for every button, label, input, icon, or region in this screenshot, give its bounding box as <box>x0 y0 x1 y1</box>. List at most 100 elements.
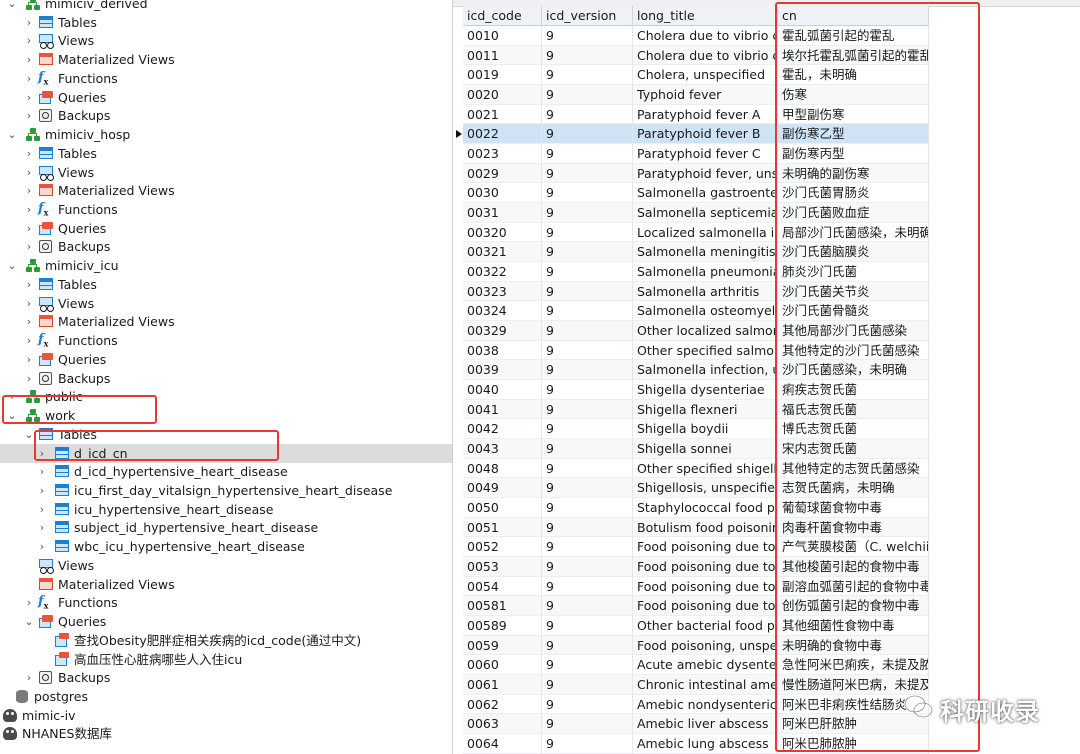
cell-icd-version[interactable]: 9 <box>542 517 633 538</box>
cell-cn[interactable]: 宋内志贺氏菌 <box>778 439 929 459</box>
cell-icd-code[interactable]: 0038 <box>463 340 542 361</box>
cell-icd-code[interactable]: 0053 <box>463 557 542 577</box>
cell-long-title[interactable]: Food poisoning due to Clostridium perfri… <box>633 537 778 558</box>
table-row[interactable]: 0042 9 Shigella boydii 博氏志贺氏菌 <box>453 419 929 440</box>
cell-cn[interactable]: 沙门氏菌胃肠炎 <box>778 183 929 204</box>
cell-long-title[interactable]: Salmonella pneumonia <box>633 262 778 282</box>
chevron-right-icon[interactable]: › <box>24 369 34 388</box>
chevron-right-icon[interactable]: › <box>24 312 34 331</box>
cell-icd-version[interactable]: 9 <box>542 45 633 66</box>
tree-item-queries[interactable]: › Queries <box>0 88 452 107</box>
tree-item-tables[interactable]: › Tables <box>0 144 452 163</box>
cell-icd-code[interactable]: 0041 <box>463 399 542 420</box>
cell-long-title[interactable]: Cholera, unspecified <box>633 65 778 85</box>
table-row[interactable]: 0064 9 Amebic lung abscess 阿米巴肺脓肿 <box>453 734 929 754</box>
tree-item-views[interactable]: › Views <box>0 294 452 313</box>
table-row[interactable]: 0022 9 Paratyphoid fever B 副伤寒乙型 <box>453 124 929 144</box>
chevron-right-icon[interactable]: › <box>24 350 34 369</box>
tree-item-tables[interactable]: › Tables <box>0 275 452 294</box>
cell-icd-version[interactable]: 9 <box>542 380 633 400</box>
cell-long-title[interactable]: Other bacterial food poisoning <box>633 616 778 636</box>
tree-item-postgres[interactable]: postgres <box>0 687 452 706</box>
cell-icd-code[interactable]: 00581 <box>463 596 542 617</box>
tree-item-d-icd-hypertensive-heart-disease[interactable]: › d_icd_hypertensive_heart_disease <box>0 462 452 481</box>
cell-icd-version[interactable]: 9 <box>542 734 633 754</box>
cell-icd-code[interactable]: 0021 <box>463 104 542 125</box>
cell-long-title[interactable]: Botulism food poisoning <box>633 517 778 538</box>
cell-cn[interactable]: 副伤寒丙型 <box>778 144 929 164</box>
chevron-right-icon[interactable]: › <box>24 275 34 294</box>
cell-icd-code[interactable]: 0039 <box>463 360 542 381</box>
chevron-right-icon[interactable]: › <box>24 13 34 32</box>
cell-icd-version[interactable]: 9 <box>542 655 633 676</box>
cell-icd-version[interactable]: 9 <box>542 203 633 223</box>
cell-icd-code[interactable]: 0011 <box>463 45 542 66</box>
cell-long-title[interactable]: Chronic intestinal amebiasis without men… <box>633 675 778 695</box>
cell-cn[interactable]: 霍乱弧菌引起的霍乱 <box>778 26 929 46</box>
chevron-right-icon[interactable]: › <box>7 387 17 406</box>
cell-long-title[interactable]: Acute amebic dysentery without mention o… <box>633 655 778 676</box>
cell-cn[interactable]: 甲型副伤寒 <box>778 104 929 125</box>
cell-long-title[interactable]: Salmonella arthritis <box>633 281 778 302</box>
cell-cn[interactable]: 沙门氏菌感染，未明确 <box>778 360 929 381</box>
chevron-down-icon[interactable]: ⌄ <box>24 425 34 444</box>
cell-icd-code[interactable]: 0030 <box>463 183 542 204</box>
cell-cn[interactable]: 沙门氏菌关节炎 <box>778 281 929 302</box>
chevron-down-icon[interactable]: ⌄ <box>7 406 17 425</box>
cell-cn[interactable]: 急性阿米巴痢疾，未提及脓肿 <box>778 655 929 676</box>
cell-icd-version[interactable]: 9 <box>542 616 633 636</box>
table-row[interactable]: 00321 9 Salmonella meningitis 沙门氏菌脑膜炎 <box>453 242 929 263</box>
tree-item-backups[interactable]: › Backups <box>0 668 452 687</box>
cell-icd-code[interactable]: 0051 <box>463 517 542 538</box>
cell-long-title[interactable]: Paratyphoid fever B <box>633 124 778 144</box>
tree-item-functions[interactable]: › fx Functions <box>0 200 452 219</box>
tree-item-mimiciv-hosp[interactable]: ⌄ mimiciv_hosp <box>0 125 452 144</box>
cell-icd-code[interactable]: 0043 <box>463 439 542 459</box>
cell-long-title[interactable]: Amebic nondysenteric colitis <box>633 694 778 715</box>
cell-icd-version[interactable]: 9 <box>542 537 633 558</box>
cell-icd-code[interactable]: 0050 <box>463 498 542 518</box>
cell-icd-code[interactable]: 00324 <box>463 301 542 322</box>
cell-long-title[interactable]: Food poisoning, unspecified <box>633 635 778 656</box>
cell-icd-version[interactable]: 9 <box>542 124 633 144</box>
cell-cn[interactable]: 副伤寒乙型 <box>778 124 929 144</box>
chevron-down-icon[interactable]: ⌄ <box>7 256 17 275</box>
cell-icd-version[interactable]: 9 <box>542 183 633 204</box>
tree-item-mimiciv-icu[interactable]: ⌄ mimiciv_icu <box>0 256 452 275</box>
table-row[interactable]: 0019 9 Cholera, unspecified 霍乱，未明确 <box>453 65 929 85</box>
cell-icd-version[interactable]: 9 <box>542 144 633 164</box>
tree-item-wbc-icu-hypertensive-heart-disease[interactable]: › wbc_icu_hypertensive_heart_disease <box>0 537 452 556</box>
chevron-right-icon[interactable]: › <box>24 237 34 256</box>
cell-icd-code[interactable]: 0062 <box>463 694 542 715</box>
tree-item-functions[interactable]: › fx Functions <box>0 331 452 350</box>
cell-icd-code[interactable]: 0029 <box>463 163 542 184</box>
cell-icd-code[interactable]: 0063 <box>463 714 542 735</box>
tree-item-mimic-iv[interactable]: mimic-iv <box>0 706 452 725</box>
cell-icd-code[interactable]: 0042 <box>463 419 542 440</box>
tree-item-materialized-views[interactable]: Materialized Views <box>0 575 452 594</box>
cell-icd-code[interactable]: 00320 <box>463 222 542 243</box>
cell-icd-version[interactable]: 9 <box>542 26 633 46</box>
tree-item-public[interactable]: › public <box>0 387 452 406</box>
cell-cn[interactable]: 伤寒 <box>778 85 929 105</box>
cell-cn[interactable]: 沙门氏菌骨髓炎 <box>778 301 929 322</box>
cell-long-title[interactable]: Paratyphoid fever A <box>633 104 778 125</box>
chevron-right-icon[interactable]: › <box>24 144 34 163</box>
cell-icd-code[interactable]: 0023 <box>463 144 542 164</box>
column-header-long-title[interactable]: long_title <box>633 6 778 26</box>
cell-icd-code[interactable]: 0022 <box>463 124 542 144</box>
cell-long-title[interactable]: Shigella boydii <box>633 419 778 440</box>
chevron-right-icon[interactable]: › <box>24 200 34 219</box>
cell-icd-code[interactable]: 00329 <box>463 321 542 341</box>
tree-item-views[interactable]: › Views <box>0 163 452 182</box>
cell-icd-code[interactable]: 00323 <box>463 281 542 302</box>
tree-item-materialized-views[interactable]: › Materialized Views <box>0 181 452 200</box>
cell-icd-version[interactable]: 9 <box>542 399 633 420</box>
cell-long-title[interactable]: Food poisoning due to Vibrio vulnificus <box>633 596 778 617</box>
column-header-icd-version[interactable]: icd_version <box>542 6 633 26</box>
data-grid[interactable]: icd_code icd_version long_title cn 0010 9 Cho… <box>452 0 1080 754</box>
cell-long-title[interactable]: Paratyphoid fever C <box>633 144 778 164</box>
cell-cn[interactable]: 产气荚膜梭菌（C. welchii） <box>778 537 929 558</box>
cell-long-title[interactable]: Food poisoning due to other Clostridia <box>633 557 778 577</box>
cell-icd-version[interactable]: 9 <box>542 321 633 341</box>
